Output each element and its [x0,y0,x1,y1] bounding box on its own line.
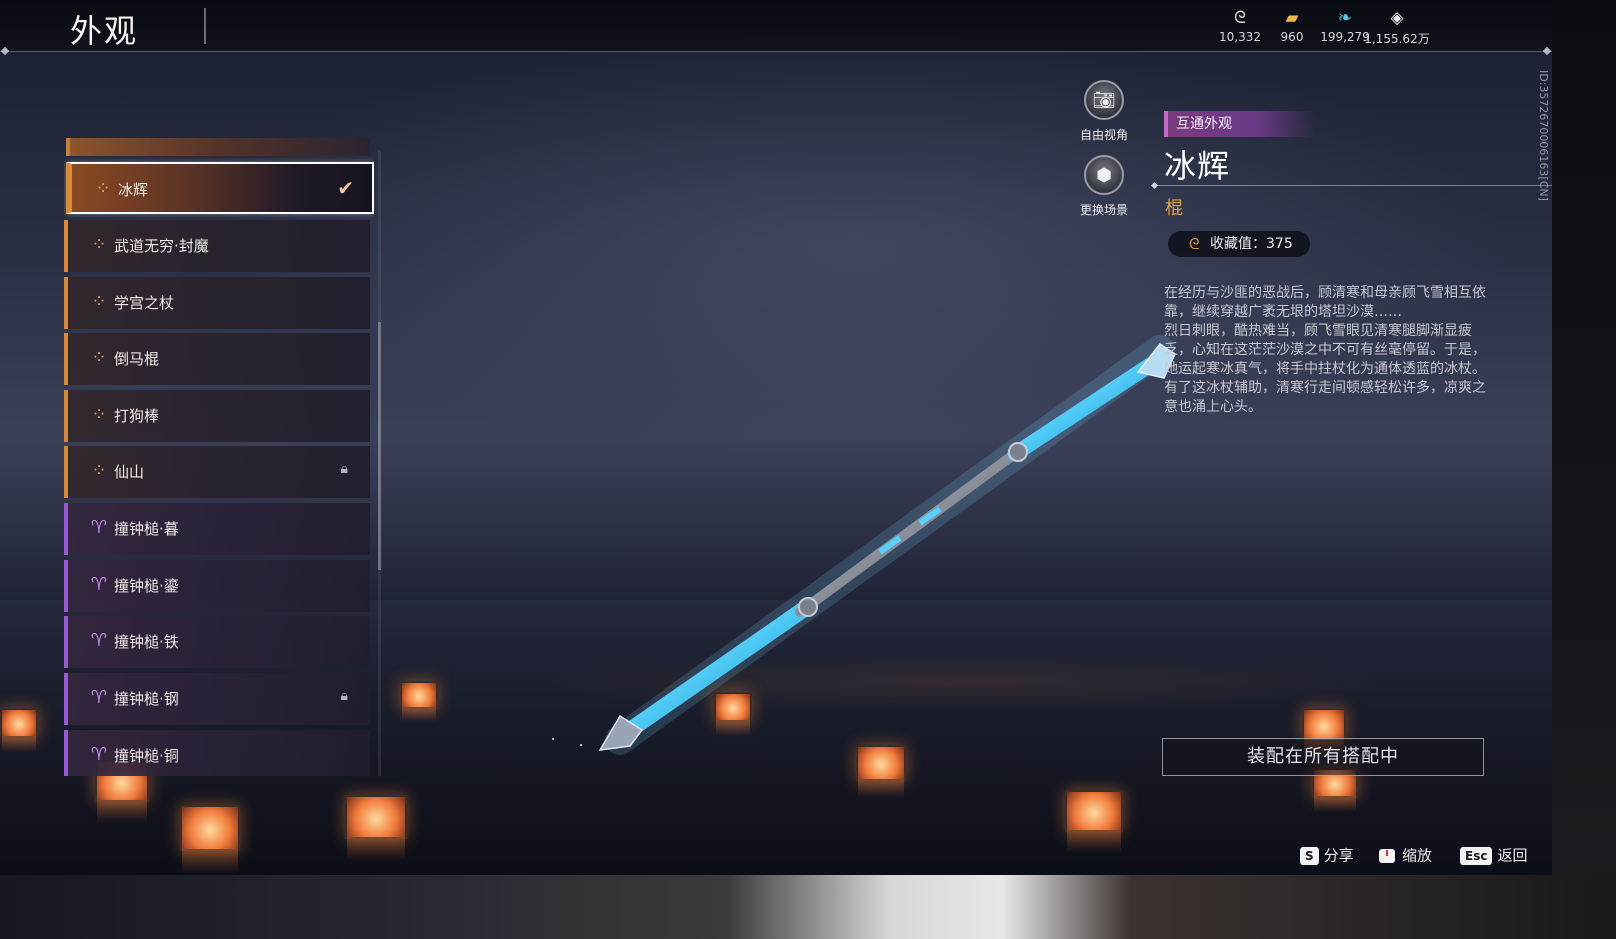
list-item[interactable]: ⁘ 学宫之杖 [64,277,370,329]
currency-diamond[interactable]: ◈ 1,155.62万 [1362,8,1432,47]
list-item-label: 撞钟槌·鎏 [114,577,179,595]
rarity-orange-icon: ⁘ [95,178,111,199]
zoom-label: 缩放 [1402,846,1433,865]
key-s: S [1300,846,1319,865]
list-item[interactable]: ⁘ 打狗棒 [64,390,370,442]
lantern [856,745,906,799]
rarity-orange-icon: ⁘ [91,234,107,255]
collection-label: 收藏值： [1210,236,1266,252]
lock-icon: 🔒︎ [340,688,348,704]
checkmark-icon: ✔ [337,176,354,200]
description-paragraph: 在经历与沙匪的恶战后，顾清寒和母亲顾飞雪相互依靠，继续穿越广袤无垠的塔坦沙漠…… [1164,285,1486,320]
list-item-label: 冰辉 [118,181,149,199]
cube-icon: ⬢ [1084,155,1124,195]
lantern [180,805,240,875]
lantern [1065,790,1123,853]
item-type: 棍 [1165,198,1183,219]
camera-icon: 📷︎ [1084,80,1124,120]
lock-icon: 🔒︎ [340,461,348,477]
list-item-label: 仙山 [114,463,145,481]
list-item-label: 撞钟槌·铁 [114,633,179,651]
collection-icon: ᘓ [1189,235,1200,253]
header-divider [204,8,206,44]
name-divider [1154,185,1552,186]
rarity-orange-icon: ⁘ [91,291,107,312]
rarity-purple-icon: ♈ [90,630,108,651]
list-item-selected[interactable]: ⁘ 冰辉 ✔ [66,162,374,214]
sparkle [580,744,582,746]
crossplay-tag: 互通外观 [1164,111,1314,137]
rarity-purple-icon: ♈ [90,687,108,708]
list-item[interactable]: ♈ 撞钟槌·鎏 [64,560,370,612]
header-rule [0,51,1552,52]
description-paragraph: 有了这冰杖辅助，清寒行走间顿感轻松许多，凉爽之意也涌上心头。 [1164,380,1486,415]
list-item-label: 打狗棒 [114,407,160,425]
description-paragraph: 烈日刺眼，酷热难当，顾飞雪眼见清寒腿脚渐显疲乏，心知在这茫茫沙漠之中不可有丝毫停… [1164,323,1486,377]
back-hint[interactable]: Esc 返回 [1460,844,1527,866]
page-title: 外观 [70,12,139,50]
weapon-preview-staff[interactable] [560,320,1200,780]
sparkle [552,738,554,740]
window-edge-bottom [0,875,1616,939]
item-name: 冰辉 [1164,147,1231,185]
free-view-button[interactable]: 📷︎ 自由视角 [1072,80,1136,143]
player-id: ID:3572670006163[CN] [1537,70,1550,201]
rarity-orange-icon: ⁘ [91,404,107,425]
mouse-icon [1379,848,1395,863]
zoom-hint[interactable]: 缩放 [1378,844,1432,866]
free-view-label: 自由视角 [1079,128,1128,142]
item-description: 在经历与沙匪的恶战后，顾清寒和母亲顾飞雪相互依靠，继续穿越广袤无垠的塔坦沙漠……… [1164,284,1490,417]
list-item[interactable]: ⁘ 倒马棍 [64,333,370,385]
rarity-purple-icon: ♈ [90,744,108,765]
list-item[interactable]: ♈ 撞钟槌·钢 🔒︎ [64,673,370,725]
list-item-label: 撞钟槌·铜 [114,747,179,765]
list-item-label: 倒马棍 [114,350,160,368]
change-scene-label: 更换场景 [1079,203,1128,217]
list-item-label: 撞钟槌·暮 [114,520,179,538]
key-esc: Esc [1460,846,1493,865]
rarity-orange-icon: ⁘ [91,460,107,481]
lantern [400,681,438,722]
share-label: 分享 [1323,846,1354,865]
diamond-icon: ◈ [1390,8,1404,28]
back-label: 返回 [1497,846,1528,865]
lantern [0,708,38,752]
appearance-list[interactable]: ⁘ 冰辉 ✔ ⁘ 武道无穷·封魔 ⁘ 学宫之杖 ⁘ 倒马棍 ⁘ 打狗棒 ⁘ 仙山… [64,138,374,776]
share-hint[interactable]: S 分享 [1300,844,1354,866]
list-item-label: 撞钟槌·钢 [114,690,179,708]
list-item[interactable]: ♈ 撞钟槌·铁 [64,616,370,668]
rarity-purple-icon: ♈ [90,574,108,595]
rarity-purple-icon: ♈ [90,517,108,538]
list-item[interactable]: ♈ 撞钟槌·暮 [64,503,370,555]
equip-all-button[interactable]: 装配在所有搭配中 [1162,738,1484,776]
rarity-orange-icon: ⁘ [91,347,107,368]
collection-value: 375 [1266,236,1293,252]
window-edge-right [1552,0,1616,875]
change-scene-button[interactable]: ⬢ 更换场景 [1072,155,1136,218]
currency-diamond-value: 1,155.62万 [1364,32,1430,46]
list-item[interactable]: ⁘ 仙山 🔒︎ [64,446,370,498]
list-item-label: 学宫之杖 [114,294,175,312]
list-scrollbar-thumb[interactable] [378,322,381,570]
list-item-label: 武道无穷·封魔 [114,237,209,255]
lantern [714,692,752,736]
lantern [345,795,407,861]
list-item[interactable]: ♈ 撞钟槌·铜 [64,730,370,776]
lantern [1302,708,1346,758]
top-bar: 外观 ᘓ 10,332 ▰ 960 ❧ 199,279 ◈ 1,155.62万 [0,0,1552,52]
list-item[interactable]: ⁘ 武道无穷·封魔 [64,220,370,272]
